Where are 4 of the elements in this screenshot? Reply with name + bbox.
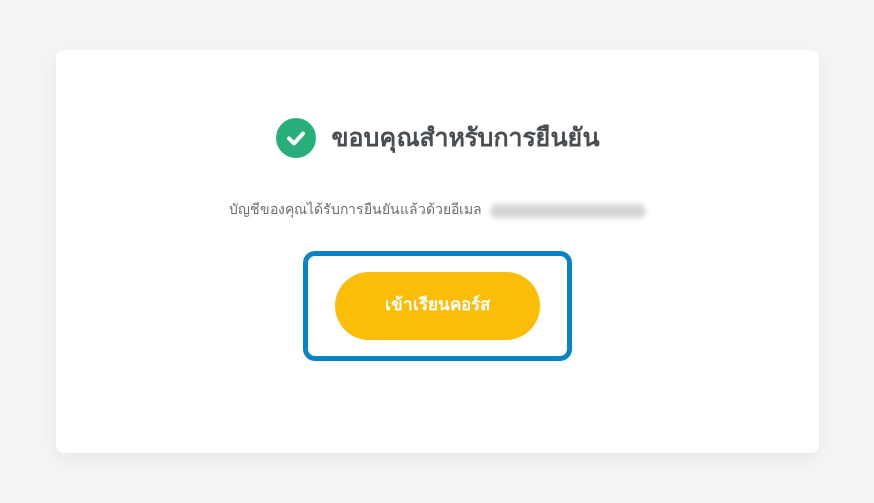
- page-title: ขอบคุณสำหรับการยืนยัน: [332, 123, 600, 153]
- enter-course-button[interactable]: เข้าเรียนคอร์ส: [335, 272, 540, 340]
- check-icon: [276, 118, 316, 158]
- confirmation-message: บัญชีของคุณได้รับการยืนยันแล้วด้วยอีเมล: [229, 200, 482, 220]
